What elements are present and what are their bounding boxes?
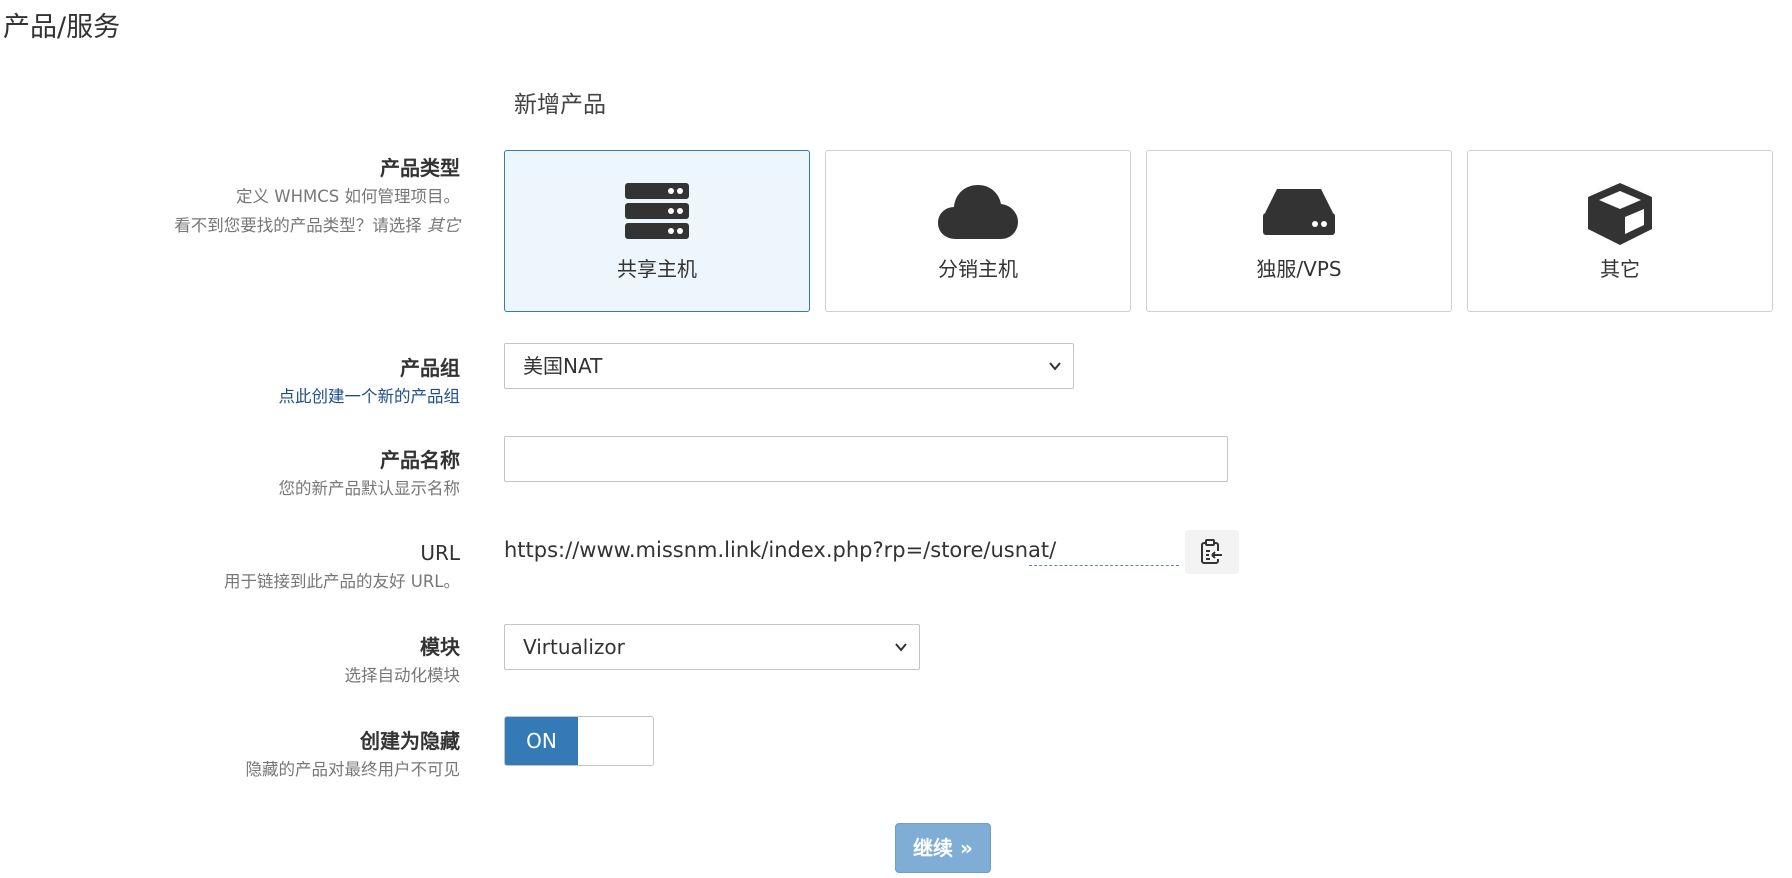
module-label: 模块 (420, 635, 460, 659)
clipboard-icon (1201, 539, 1222, 564)
cloud-icon (826, 183, 1130, 245)
url-slug-editable[interactable] (1029, 541, 1179, 566)
hidden-toggle[interactable]: ON (504, 716, 654, 766)
product-type-reseller-hosting[interactable]: 分销主机 (825, 150, 1131, 312)
module-select[interactable]: Virtualizor (504, 624, 920, 670)
hidden-help: 隐藏的产品对最终用户不可见 (245, 760, 461, 779)
product-name-label-group: 产品名称 您的新产品默认显示名称 (279, 446, 461, 503)
product-type-other[interactable]: 其它 (1467, 150, 1773, 312)
product-type-server-vps[interactable]: 独服/VPS (1146, 150, 1452, 312)
product-group-label: 产品组 (400, 356, 460, 380)
product-name-input[interactable] (504, 436, 1228, 482)
url-prefix: https://www.missnm.link/index.php?rp=/st… (504, 538, 1057, 562)
continue-button[interactable]: 继续 » (895, 823, 991, 873)
chevron-down-icon (895, 643, 907, 652)
product-type-label: 产品类型 (380, 156, 460, 180)
product-type-shared-hosting[interactable]: 共享主机 (504, 150, 810, 312)
chevron-down-icon (1049, 362, 1061, 371)
hidden-label: 创建为隐藏 (360, 729, 460, 753)
product-type-label-group: 产品类型 定义 WHMCS 如何管理项目。 看不到您要找的产品类型？请选择 其它 (174, 154, 460, 240)
product-name-label: 产品名称 (380, 448, 460, 472)
toggle-on-state: ON (505, 717, 578, 765)
product-type-help-2-other: 其它 (427, 216, 460, 235)
url-label-group: URL 用于链接到此产品的友好 URL。 (224, 539, 460, 596)
server-icon (505, 183, 809, 245)
product-type-help-2: 看不到您要找的产品类型？请选择 其它 (174, 211, 460, 240)
form-heading: 新增产品 (514, 92, 606, 118)
url-help: 用于链接到此产品的友好 URL。 (224, 572, 460, 591)
hidden-label-group: 创建为隐藏 隐藏的产品对最终用户不可见 (246, 727, 461, 784)
copy-url-button[interactable] (1185, 530, 1239, 574)
page-title: 产品/服务 (3, 12, 121, 43)
product-group-label-group: 产品组 点此创建一个新的产品组 (279, 354, 461, 411)
card-label: 共享主机 (617, 257, 697, 281)
module-label-group: 模块 选择自动化模块 (345, 633, 461, 690)
module-value: Virtualizor (523, 635, 625, 659)
hdd-icon (1147, 183, 1451, 245)
product-group-value: 美国NAT (523, 354, 603, 378)
product-name-help: 您的新产品默认显示名称 (278, 479, 461, 498)
card-label: 其它 (1600, 257, 1640, 281)
cube-icon (1468, 183, 1772, 245)
module-help: 选择自动化模块 (344, 666, 461, 685)
product-group-select[interactable]: 美国NAT (504, 343, 1074, 389)
product-type-help-2-text: 看不到您要找的产品类型？请选择 (174, 216, 427, 235)
card-label: 分销主机 (938, 257, 1018, 281)
card-label: 独服/VPS (1256, 257, 1342, 281)
product-type-help-1: 定义 WHMCS 如何管理项目。 (236, 187, 460, 206)
url-label: URL (420, 541, 460, 565)
create-product-group-link[interactable]: 点此创建一个新的产品组 (279, 382, 461, 411)
